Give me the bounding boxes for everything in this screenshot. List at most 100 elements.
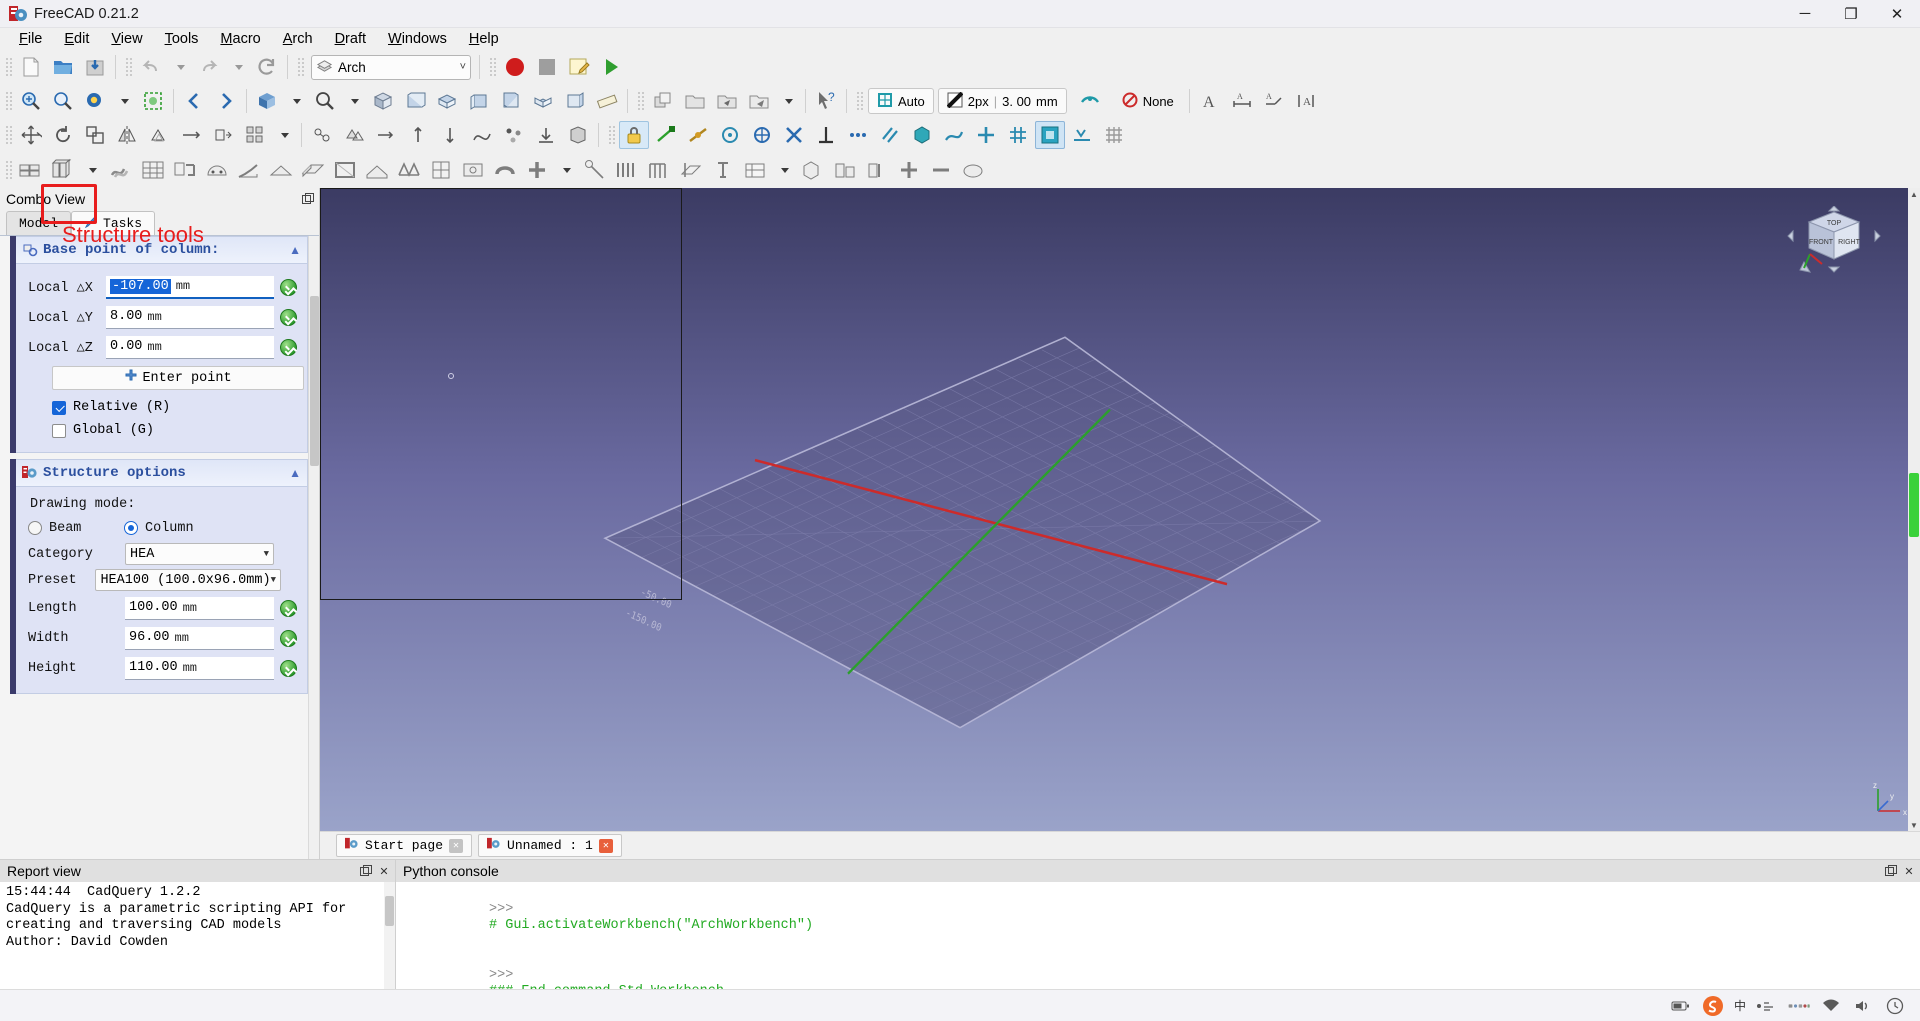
global-checkbox[interactable] <box>52 424 66 438</box>
draft-scale-icon[interactable] <box>80 121 110 149</box>
python-console-close-button[interactable]: ✕ <box>1902 864 1916 878</box>
report-view-undock-icon[interactable] <box>359 864 373 878</box>
arch-truss-icon[interactable] <box>394 156 424 184</box>
arch-section-plane-icon[interactable] <box>676 156 706 184</box>
report-view-body[interactable]: 15:44:44 CadQuery 1.2.2 CadQuery is a pa… <box>0 882 395 989</box>
draft-offset-icon[interactable] <box>144 121 174 149</box>
python-console-body[interactable]: >>> # Gui.activateWorkbench("ArchWorkben… <box>396 882 1920 989</box>
arch-stairs-icon[interactable] <box>234 156 264 184</box>
chevron-up-icon-2[interactable]: ▲ <box>289 466 301 480</box>
chevron-down-icon-preset[interactable]: ▼ <box>271 575 276 585</box>
text-icon[interactable]: A <box>1195 87 1225 115</box>
arch-multi-material-icon[interactable] <box>740 156 770 184</box>
toolbar-grip-util[interactable] <box>636 90 645 112</box>
relative-checkbox-row[interactable]: Relative (R) <box>52 396 297 419</box>
macro-edit-icon[interactable] <box>564 53 594 81</box>
arch-equipment-icon[interactable] <box>458 156 488 184</box>
arch-window-icon[interactable] <box>426 156 456 184</box>
chevron-up-icon[interactable]: ▲ <box>289 243 301 257</box>
menu-help[interactable]: Help <box>458 29 510 49</box>
snap-lock-icon[interactable] <box>619 121 649 149</box>
snap-working-plane-icon[interactable] <box>1035 121 1065 149</box>
arch-schedule-icon[interactable] <box>798 156 828 184</box>
snap-grid-icon[interactable] <box>1003 121 1033 149</box>
menu-arch[interactable]: Arch <box>272 29 324 49</box>
arch-structure-caret[interactable] <box>80 156 104 184</box>
arch-add-icon[interactable] <box>894 156 924 184</box>
ime-tools-icon[interactable] <box>1756 995 1778 1017</box>
toolbar-grip-modify[interactable] <box>4 124 13 146</box>
battery-icon[interactable] <box>1670 995 1692 1017</box>
arch-pipe-icon[interactable] <box>490 156 520 184</box>
arch-space-icon[interactable] <box>202 156 232 184</box>
bounding-box-icon[interactable] <box>138 87 168 115</box>
arch-frame-icon[interactable] <box>330 156 360 184</box>
arch-grid-icon[interactable] <box>644 156 674 184</box>
snap-dimensions-icon[interactable] <box>1067 121 1097 149</box>
snap-center-icon[interactable] <box>715 121 745 149</box>
fit-selection-icon[interactable] <box>48 87 78 115</box>
draw-style-icon[interactable] <box>80 87 110 115</box>
3d-viewport[interactable]: -50.00 -150.00 TOP FRONT RIGHT <box>320 188 1920 831</box>
relative-checkbox[interactable] <box>52 401 66 415</box>
annotation-style-icon[interactable]: A <box>1291 87 1321 115</box>
toolbar-grip-edit[interactable] <box>124 56 133 78</box>
toolbar-grip[interactable] <box>4 56 13 78</box>
nav-back-icon[interactable] <box>179 87 209 115</box>
width-field[interactable]: 96.00 mm <box>125 627 274 650</box>
macro-stop-icon[interactable] <box>532 53 562 81</box>
snap-special-icon[interactable] <box>907 121 937 149</box>
link-icon[interactable] <box>712 87 742 115</box>
arch-structure-icon[interactable] <box>48 156 78 184</box>
local-dy[interactable]: 8.00 mm <box>106 306 274 329</box>
toggle-grid-icon[interactable] <box>1099 121 1129 149</box>
beam-radio[interactable] <box>28 521 42 535</box>
clone-icon[interactable] <box>648 87 678 115</box>
arch-rebar-icon[interactable] <box>106 156 136 184</box>
link-actions-icon[interactable] <box>744 87 774 115</box>
tab-model[interactable]: Model <box>6 211 71 235</box>
save-document-icon[interactable] <box>80 53 110 81</box>
close-button[interactable]: ✕ <box>1874 0 1920 28</box>
scroll-down-arrow[interactable]: ▼ <box>1908 819 1920 831</box>
rear-view-icon[interactable] <box>496 87 526 115</box>
clock[interactable] <box>1884 995 1906 1017</box>
arch-wall-icon[interactable] <box>16 156 46 184</box>
report-view-close-button[interactable]: ✕ <box>377 864 391 878</box>
auto-group-button[interactable]: Auto <box>868 88 934 114</box>
chevron-down-icon-category[interactable]: ▼ <box>264 549 269 559</box>
draft-drawing-icon[interactable] <box>371 121 401 149</box>
right-view-icon[interactable] <box>464 87 494 115</box>
arch-material-icon[interactable] <box>708 156 738 184</box>
draft-trimex-icon[interactable] <box>176 121 206 149</box>
draft-edit-icon[interactable] <box>403 121 433 149</box>
label-icon[interactable]: A <box>1259 87 1289 115</box>
snap-midpoint-icon[interactable] <box>683 121 713 149</box>
start-page-tab[interactable]: Start page ✕ <box>336 834 472 857</box>
zoom-caret[interactable] <box>342 87 366 115</box>
enter-point-button[interactable]: Enter point <box>52 366 304 390</box>
arch-axis-system-icon[interactable] <box>612 156 642 184</box>
menu-file[interactable]: File <box>8 29 53 49</box>
unnamed-document-tab-close[interactable]: ✕ <box>599 839 613 853</box>
draft-split-icon[interactable] <box>499 121 529 149</box>
arch-pipe-connector-icon[interactable] <box>522 156 552 184</box>
redo-dropdown-caret[interactable] <box>226 53 250 81</box>
menu-windows[interactable]: Windows <box>377 29 458 49</box>
bottom-view-icon[interactable] <box>528 87 558 115</box>
draft-mirror-icon[interactable] <box>112 121 142 149</box>
nav-forward-icon[interactable] <box>211 87 241 115</box>
dimension-icon[interactable]: A <box>1227 87 1257 115</box>
link-caret[interactable] <box>776 87 800 115</box>
draft-stretch-icon[interactable] <box>208 121 238 149</box>
global-checkbox-row[interactable]: Global (G) <box>52 419 297 442</box>
top-view-icon[interactable] <box>432 87 462 115</box>
front-view-icon[interactable] <box>400 87 430 115</box>
arch-panel-icon[interactable] <box>298 156 328 184</box>
local-dz[interactable]: 0.00 mm <box>106 336 274 359</box>
redo-icon[interactable] <box>194 53 224 81</box>
arch-material-caret[interactable] <box>772 156 796 184</box>
report-view-scrollbar[interactable] <box>384 882 395 989</box>
draft-rotate-icon[interactable] <box>48 121 78 149</box>
draw-style-caret[interactable] <box>112 87 136 115</box>
